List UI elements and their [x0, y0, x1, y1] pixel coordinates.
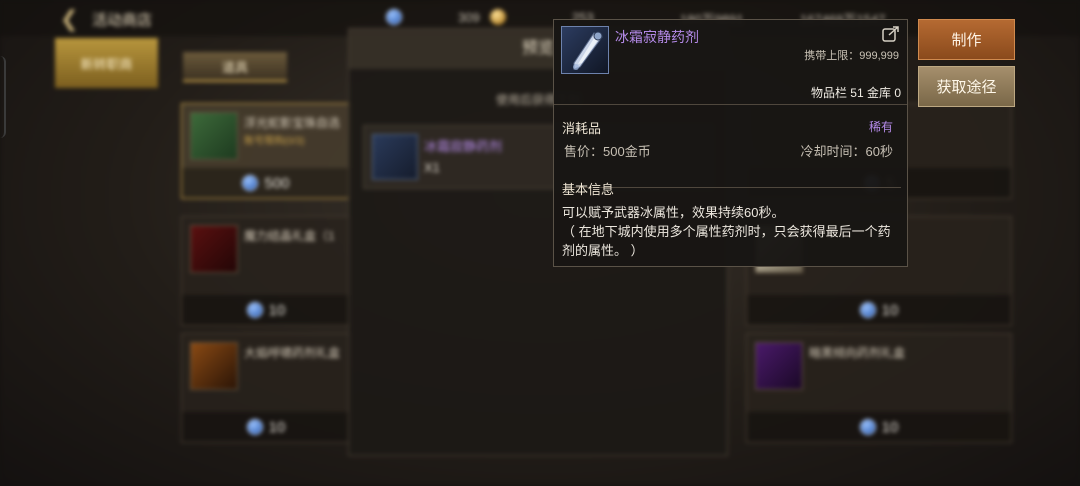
shop-card[interactable]: 浮光蛇影宝珠自选 账号限购(0/3) 500 — [181, 103, 351, 199]
shop-card[interactable]: 大焰呼啸药剂礼盒 10 — [181, 333, 351, 443]
craft-button[interactable]: 制作 — [918, 19, 1015, 60]
blue-coin-icon — [242, 175, 259, 191]
frost-potion-icon — [372, 134, 418, 180]
back-arrow-icon[interactable]: ❮ — [60, 6, 78, 32]
shop-title: 活动商店 — [92, 12, 153, 29]
gold-coin-icon — [490, 9, 506, 25]
inventory-stock: 物品栏 51 金库 0 — [810, 86, 901, 100]
card-price: 10 — [747, 412, 1011, 442]
item-cooldown: 冷却时间：60秒 — [800, 144, 893, 159]
shop-card[interactable]: 魔力结晶礼盒（1 10 — [181, 216, 351, 326]
blue-coin-icon — [246, 419, 263, 435]
item-sell-price: 售价：500金币 — [564, 144, 651, 159]
blue-coin-icon — [246, 302, 263, 318]
basic-info-heading: 基本信息 — [562, 182, 615, 197]
flame-potion-icon — [190, 342, 238, 390]
item-type: 消耗品 — [562, 121, 602, 136]
side-handle — [0, 56, 6, 138]
blue-coin-icon — [859, 302, 876, 318]
blue-coin-icon — [859, 419, 876, 435]
card-price: 10 — [747, 295, 1011, 325]
tab-items[interactable]: 道具 — [183, 52, 287, 82]
gem-box-icon — [190, 112, 238, 160]
divider — [554, 104, 907, 105]
dark-potion-icon — [755, 342, 803, 390]
magic-crystal-icon — [190, 225, 238, 273]
currency-blue: 309 — [386, 9, 480, 25]
item-description: 可以赋予武器冰属性，效果持续60秒。 （ 在地下城内使用多个属性药剂时，只会获得… — [562, 205, 891, 258]
blue-coin-icon — [386, 9, 402, 25]
card-price: 10 — [182, 295, 350, 325]
carry-limit: 携带上限：999,999 — [804, 50, 899, 62]
frost-potion-icon — [561, 26, 609, 74]
card-price: 10 — [182, 412, 350, 442]
obtain-source-button[interactable]: 获取途径 — [918, 66, 1015, 107]
shop-card[interactable]: 暗黑倾向药剂礼盒 10 — [746, 333, 1012, 443]
card-price: 500 — [182, 168, 350, 198]
item-name: 冰霜寂静药剂 — [615, 29, 699, 45]
item-rarity: 稀有 — [868, 120, 893, 134]
side-tab-new-class-shop[interactable]: 新转职商 — [55, 38, 158, 88]
share-icon[interactable] — [882, 26, 900, 42]
item-tooltip: 冰霜寂静药剂 携带上限：999,999 物品栏 51 金库 0 消耗品 稀有 售… — [553, 19, 908, 267]
